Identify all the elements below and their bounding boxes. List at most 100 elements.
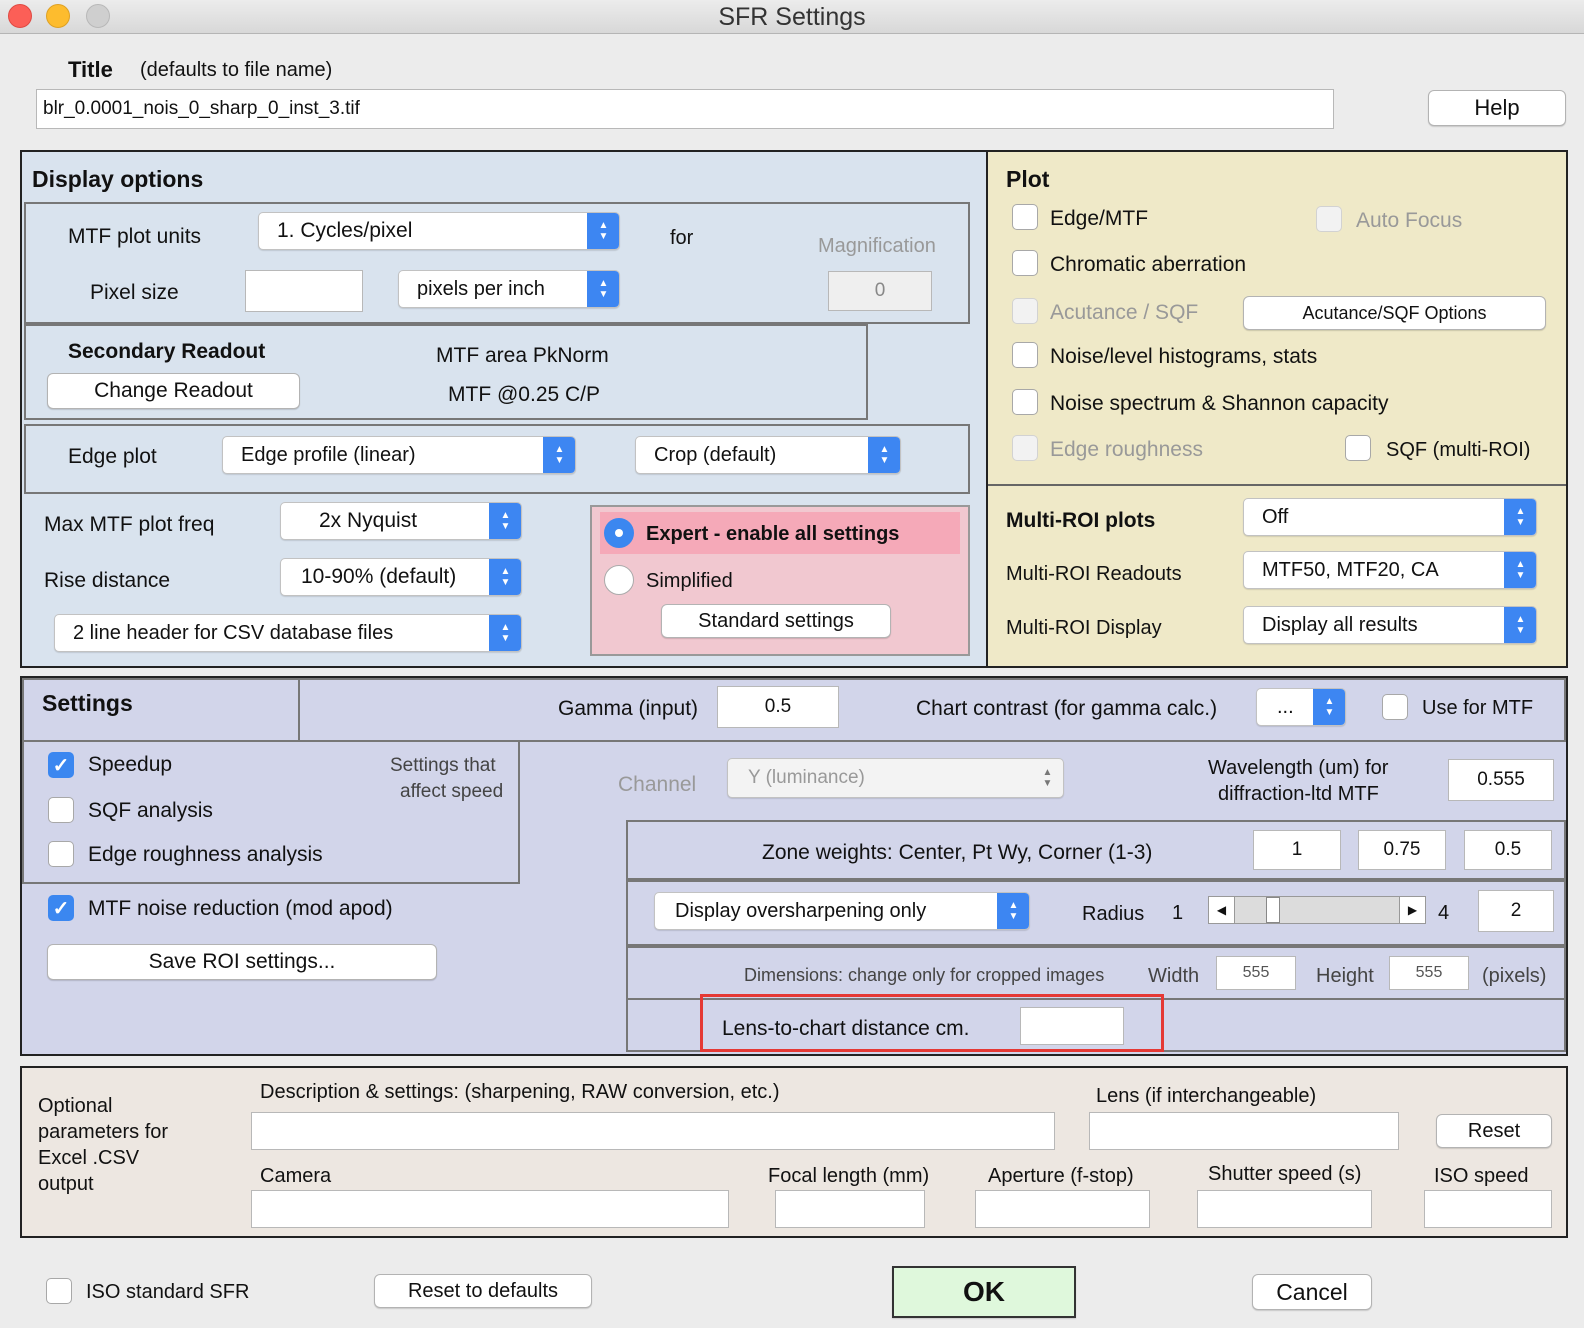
edge-roughness-analysis-checkbox[interactable] (48, 841, 74, 867)
use-for-mtf-checkbox[interactable] (1382, 694, 1408, 720)
mtf-noise-checkbox[interactable]: ✓ (48, 895, 74, 921)
readout-line-2: MTF @0.25 C/P (448, 383, 601, 406)
acutance-options-button[interactable]: Acutance/SQF Options (1243, 296, 1546, 330)
sqf-analysis-checkbox[interactable] (48, 797, 74, 823)
help-button[interactable]: Help (1428, 90, 1566, 126)
optional-label-line-1: Optional (38, 1095, 113, 1117)
description-input[interactable] (251, 1112, 1055, 1150)
save-roi-settings-button[interactable]: Save ROI settings... (47, 944, 437, 980)
select-arrows-icon: ▲ ▼ (489, 615, 521, 651)
simplified-radio[interactable] (604, 565, 634, 595)
change-readout-button[interactable]: Change Readout (47, 373, 300, 409)
zone-weight-corner-input[interactable]: 0.5 (1464, 830, 1552, 870)
title-input[interactable]: blr_0.0001_nois_0_sharp_0_inst_3.tif (36, 89, 1334, 129)
multi-roi-heading: Multi-ROI plots (1006, 509, 1156, 532)
edge-mtf-checkbox[interactable] (1012, 204, 1038, 230)
oversharpening-select[interactable]: Display oversharpening only ▲ ▼ (654, 892, 1030, 930)
optional-label-line-4: output (38, 1173, 94, 1195)
lens-input[interactable] (1089, 1112, 1399, 1150)
max-freq-select[interactable]: 2x Nyquist ▲ ▼ (280, 502, 522, 540)
zone-weights-label: Zone weights: Center, Pt Wy, Corner (1-3… (762, 841, 1153, 864)
pixel-units-select[interactable]: pixels per inch ▲ ▼ (398, 270, 620, 308)
reset-to-defaults-button[interactable]: Reset to defaults (374, 1274, 592, 1308)
multi-roi-readouts-select[interactable]: MTF50, MTF20, CA ▲ ▼ (1243, 551, 1537, 589)
edge-roughness-checkbox[interactable] (1012, 435, 1038, 461)
sqf-multi-checkbox[interactable] (1345, 435, 1371, 461)
zone-weight-center-input[interactable]: 1 (1253, 830, 1341, 870)
title-hint: (defaults to file name) (140, 59, 333, 81)
auto-focus-label: Auto Focus (1356, 209, 1463, 232)
optional-label-line-2: parameters for (38, 1121, 169, 1143)
width-input[interactable]: 555 (1216, 956, 1296, 990)
wavelength-label-line-1: Wavelength (um) for (1208, 757, 1389, 779)
pixels-label: (pixels) (1482, 965, 1547, 987)
description-label: Description & settings: (sharpening, RAW… (260, 1081, 780, 1103)
wavelength-input[interactable]: 0.555 (1448, 759, 1554, 801)
for-label: for (670, 227, 694, 249)
select-arrows-icon: ▲ ▼ (1313, 689, 1345, 725)
csv-header-select[interactable]: 2 line header for CSV database files ▲ ▼ (54, 614, 522, 652)
sqf-analysis-label: SQF analysis (88, 799, 213, 822)
pixel-units-value: pixels per inch (417, 277, 545, 300)
radius-max-label: 4 (1438, 902, 1450, 924)
select-arrows-icon: ▲ ▼ (1042, 767, 1053, 789)
shutter-speed-label: Shutter speed (s) (1208, 1163, 1362, 1185)
noise-histograms-checkbox[interactable] (1012, 342, 1038, 368)
chart-contrast-select[interactable]: ... ▲ ▼ (1256, 688, 1346, 726)
multi-roi-plots-select[interactable]: Off ▲ ▼ (1243, 498, 1537, 536)
crop-select[interactable]: Crop (default) ▲ ▼ (635, 436, 901, 474)
cancel-button[interactable]: Cancel (1252, 1274, 1372, 1310)
dimensions-label: Dimensions: change only for cropped imag… (744, 965, 1105, 985)
csv-header-value: 2 line header for CSV database files (73, 621, 394, 644)
auto-focus-checkbox[interactable] (1316, 206, 1342, 232)
reset-optional-button[interactable]: Reset (1436, 1114, 1552, 1148)
radius-slider[interactable]: ◀ ▶ (1208, 896, 1426, 924)
camera-label: Camera (260, 1165, 332, 1187)
zone-weight-part-way-input[interactable]: 0.75 (1358, 830, 1446, 870)
readout-line-1: MTF area PkNorm (436, 344, 609, 367)
chromatic-checkbox[interactable] (1012, 250, 1038, 276)
iso-standard-checkbox[interactable] (46, 1278, 72, 1304)
radius-input[interactable]: 2 (1478, 890, 1554, 932)
camera-input[interactable] (251, 1190, 729, 1228)
rise-distance-label: Rise distance (44, 569, 171, 592)
mtf-plot-units-select[interactable]: 1. Cycles/pixel ▲ ▼ (258, 212, 620, 250)
expert-label: Expert - enable all settings (646, 523, 900, 545)
edge-mtf-label: Edge/MTF (1050, 207, 1149, 230)
select-arrows-icon: ▲ ▼ (587, 213, 619, 249)
edge-plot-select[interactable]: Edge profile (linear) ▲ ▼ (222, 436, 576, 474)
select-arrows-icon: ▲ ▼ (489, 559, 521, 595)
pixel-size-input[interactable] (245, 270, 363, 312)
expert-radio[interactable] (604, 518, 634, 548)
noise-spectrum-checkbox[interactable] (1012, 389, 1038, 415)
speedup-checkbox[interactable]: ✓ (48, 752, 74, 778)
channel-select[interactable]: Y (luminance) ▲ ▼ (727, 758, 1064, 798)
magnification-input: 0 (828, 271, 932, 311)
height-label: Height (1316, 965, 1374, 987)
slider-thumb[interactable] (1266, 897, 1280, 923)
aperture-label: Aperture (f-stop) (988, 1165, 1134, 1187)
optional-label-line-3: Excel .CSV (38, 1147, 140, 1169)
rise-distance-select[interactable]: 10-90% (default) ▲ ▼ (280, 558, 522, 596)
max-freq-label: Max MTF plot freq (44, 513, 215, 536)
edge-plot-value: Edge profile (linear) (241, 443, 416, 466)
aperture-input[interactable] (975, 1190, 1150, 1228)
slider-right-arrow-icon[interactable]: ▶ (1399, 897, 1425, 923)
height-input[interactable]: 555 (1389, 956, 1469, 990)
crop-value: Crop (default) (654, 443, 777, 466)
display-options-heading: Display options (32, 166, 204, 192)
window-title-bar: SFR Settings (0, 0, 1584, 34)
multi-roi-display-select[interactable]: Display all results ▲ ▼ (1243, 606, 1537, 644)
shutter-speed-input[interactable] (1197, 1190, 1372, 1228)
multi-roi-readouts-label: Multi-ROI Readouts (1006, 563, 1182, 585)
acutance-label: Acutance / SQF (1050, 301, 1199, 324)
standard-settings-button[interactable]: Standard settings (661, 604, 891, 638)
gamma-input[interactable]: 0.5 (717, 686, 839, 728)
iso-standard-label: ISO standard SFR (86, 1281, 250, 1303)
acutance-checkbox[interactable] (1012, 298, 1038, 324)
focal-length-input[interactable] (775, 1190, 925, 1228)
iso-speed-input[interactable] (1424, 1190, 1552, 1228)
lens-label: Lens (if interchangeable) (1096, 1085, 1317, 1107)
ok-button[interactable]: OK (892, 1266, 1076, 1318)
slider-left-arrow-icon[interactable]: ◀ (1209, 897, 1235, 923)
